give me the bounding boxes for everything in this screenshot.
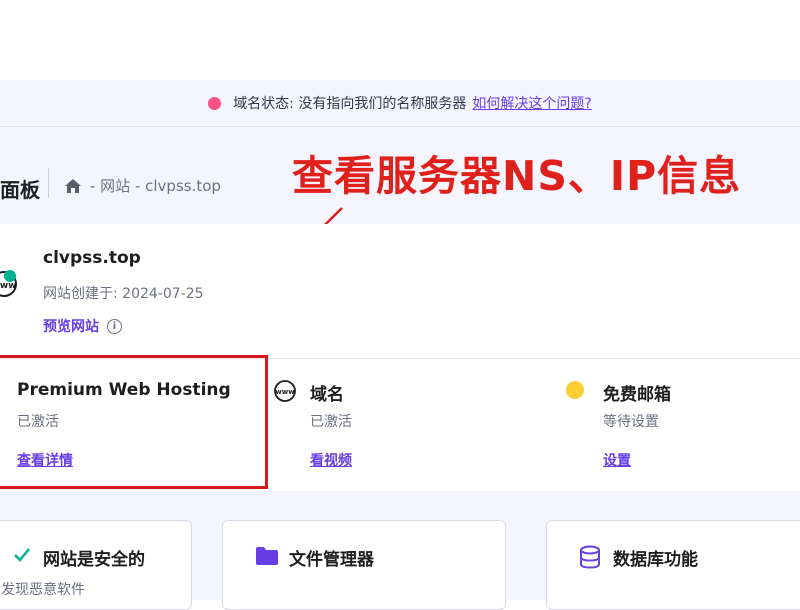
watch-video-link[interactable]: 看视频: [310, 450, 352, 470]
divider: [48, 168, 49, 198]
database-icon: [579, 545, 601, 573]
folder-icon: [255, 546, 279, 570]
preview-site-label[interactable]: 预览网站: [43, 316, 99, 336]
check-icon: [13, 546, 31, 568]
email-setup-link[interactable]: 设置: [603, 450, 631, 470]
email-title: 免费邮箱: [603, 385, 671, 405]
domain-status: 已激活: [310, 414, 352, 430]
how-to-fix-link[interactable]: 如何解决这个问题?: [472, 93, 591, 113]
file-manager-card-title: 文件管理器: [289, 550, 374, 570]
site-created-date: 网站创建于: 2024-07-25: [43, 286, 204, 302]
security-card[interactable]: 网站是安全的 发现恶意软件: [0, 520, 192, 610]
security-card-subtitle: 发现恶意软件: [1, 582, 85, 598]
database-card-title: 数据库功能: [613, 550, 698, 570]
database-card[interactable]: 数据库功能: [546, 520, 800, 610]
page-title: 面板: [0, 178, 40, 202]
file-manager-card[interactable]: 文件管理器: [222, 520, 506, 610]
site-name: clvpss.top: [43, 248, 141, 268]
preview-site-link[interactable]: 预览网站 i: [43, 316, 122, 336]
highlight-box: [0, 355, 268, 489]
info-icon[interactable]: i: [107, 318, 122, 334]
top-area: [0, 0, 800, 81]
domain-title: 域名: [310, 385, 344, 405]
www-icon: www: [274, 380, 296, 402]
svg-text:www: www: [275, 388, 295, 396]
breadcrumb-path[interactable]: - 网站 - clvpss.top: [90, 175, 221, 196]
notice-text: 域名状态: 没有指向我们的名称服务器: [233, 96, 467, 112]
svg-text:www: www: [0, 281, 16, 291]
warning-dot-icon: [208, 96, 222, 110]
annotation-text: 查看服务器NS、IP信息: [292, 152, 742, 200]
security-card-title: 网站是安全的: [43, 550, 145, 570]
breadcrumb: - 网站 - clvpss.top: [48, 168, 221, 198]
email-status: 等待设置: [603, 414, 659, 430]
home-icon[interactable]: [64, 178, 82, 194]
www-logo-icon: www: [0, 270, 18, 298]
yellow-dot-icon: [566, 381, 584, 399]
domain-status-notice: 域名状态: 没有指向我们的名称服务器 如何解决这个问题?: [0, 80, 800, 126]
